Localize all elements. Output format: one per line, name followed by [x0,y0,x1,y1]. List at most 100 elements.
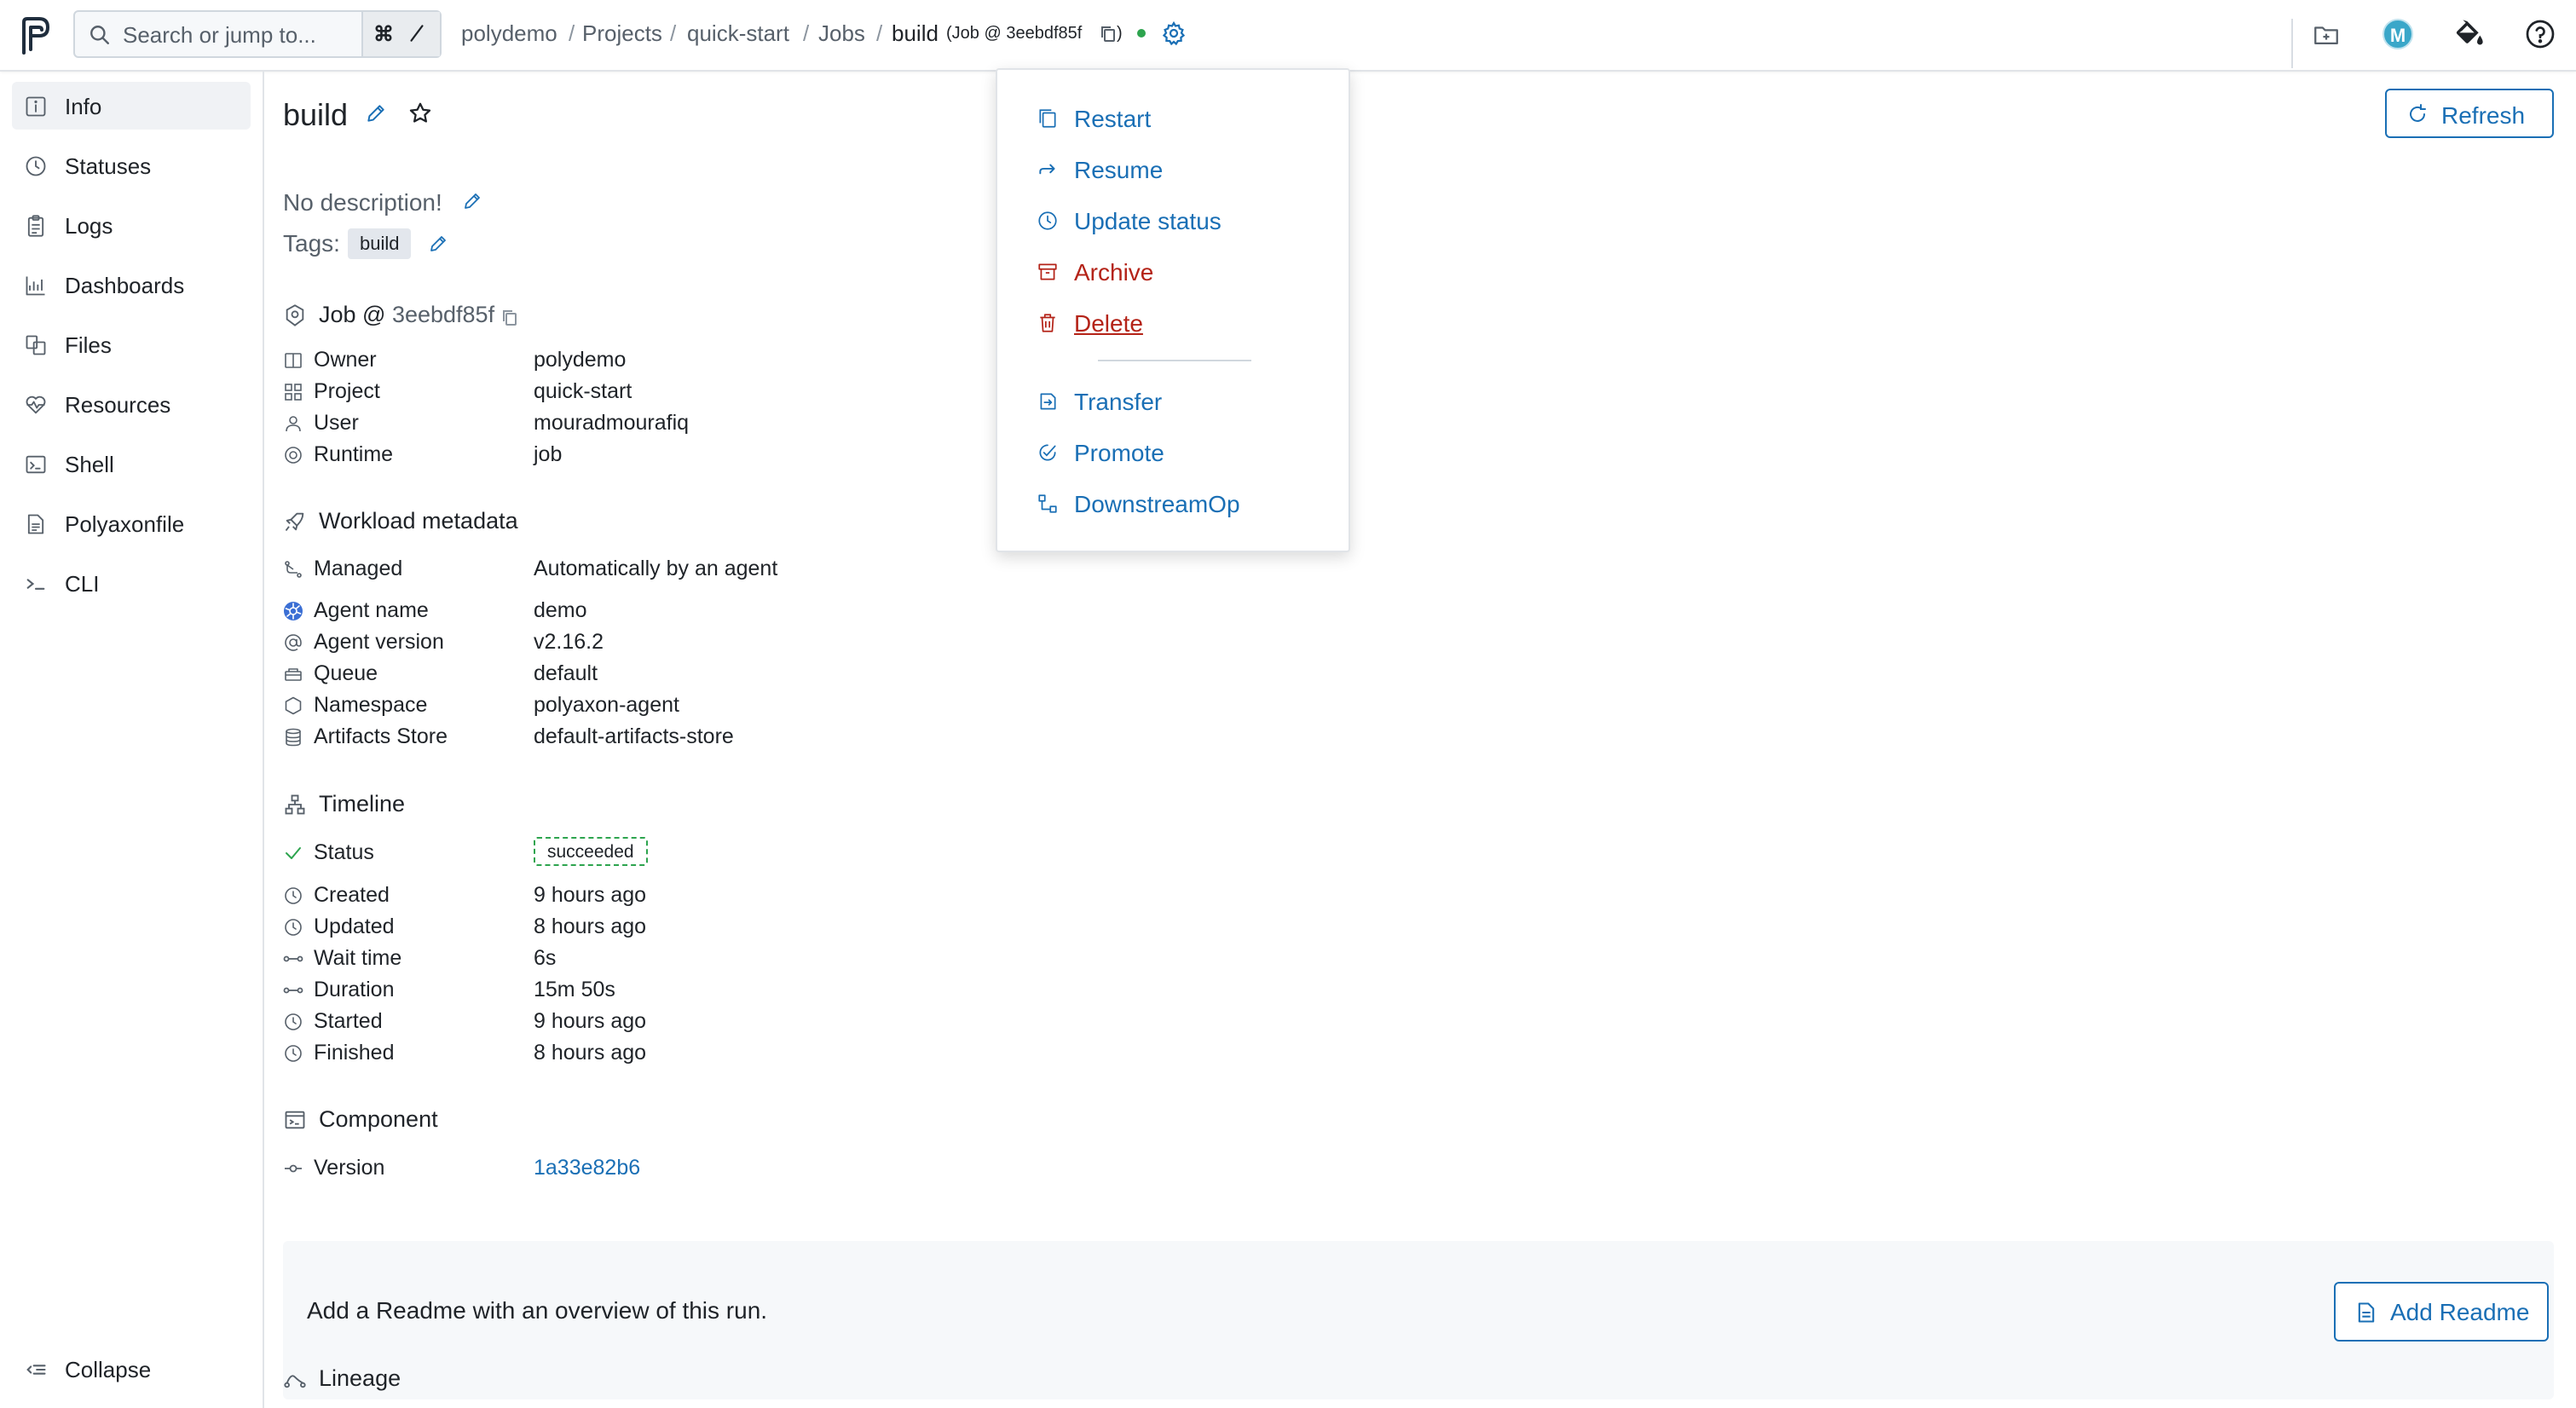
detail-label: Status [314,840,374,864]
sidebar-item-label: Polyaxonfile [65,511,185,537]
menu-item-promote[interactable]: Promote [1037,435,1318,472]
search-placeholder: Search or jump to... [123,22,316,48]
sidebar-item-dashboards[interactable]: Dashboards [12,261,251,309]
sidebar-item-shell[interactable]: Shell [12,440,251,488]
detail-value: 8 hours ago [534,915,647,938]
component-title: Component [319,1106,438,1132]
status-indicator-dot [1137,29,1146,38]
component-version-link[interactable]: 1a33e82b6 [534,1156,640,1180]
sidebar-item-label: Resources [65,392,171,418]
detail-label: Project [314,379,380,403]
detail-row-user: User mouradmourafiq [283,411,1050,436]
menu-item-transfer[interactable]: Transfer [1037,384,1318,421]
slash-key-icon [406,22,428,44]
component-section-header: Component [283,1106,794,1135]
detail-value: polydemo [534,348,627,372]
pencil-icon[interactable] [365,102,387,124]
breadcrumb-jobs[interactable]: Jobs [818,20,865,47]
files-icon [24,333,48,357]
copy-icon[interactable] [1100,25,1117,43]
heartbeat-icon [24,393,48,417]
copy-icon[interactable] [501,307,518,326]
sidebar-item-label: Info [65,94,102,119]
sidebar-item-label: Shell [65,452,114,477]
job-section-header: Job @ 3eebdf85f [283,302,709,331]
detail-label: Duration [314,978,395,1001]
breadcrumb-separator: / [569,20,575,46]
menu-item-archive[interactable]: Archive [1037,254,1318,291]
sidebar-collapse-button[interactable]: Collapse [12,1345,251,1393]
git-branch-icon [283,559,303,580]
resume-arrow-icon [1037,159,1059,181]
polyaxon-logo-icon[interactable] [20,15,51,55]
detail-label: Updated [314,915,395,938]
top-bar: Search or jump to... ⌘ polydemo / Projec… [0,0,2576,72]
tag-chip[interactable]: build [348,228,412,259]
help-icon[interactable] [2525,19,2556,49]
detail-value: job [534,442,563,466]
job-uuid[interactable]: 3eebdf85f [392,302,494,327]
main-content: build Refresh No description! Tags: buil… [264,72,2576,1408]
refresh-button[interactable]: Refresh [2385,89,2554,138]
breadcrumb-polydemo[interactable]: polydemo [461,20,557,47]
menu-item-restart[interactable]: Restart [1037,101,1318,138]
breadcrumb-projects[interactable]: Projects [582,20,662,47]
top-bar-divider [2291,19,2293,68]
menu-item-delete[interactable]: Delete [1037,305,1318,343]
menu-item-label: Delete [1074,310,1143,337]
menu-item-label: Archive [1074,259,1154,286]
folder-add-icon[interactable] [2312,20,2341,49]
archive-icon [1037,261,1059,283]
star-icon[interactable] [407,101,433,126]
timeline-row-updated: Updated 8 hours ago [283,915,1050,940]
detail-label: Version [314,1156,385,1180]
pencil-icon[interactable] [462,191,482,211]
chart-icon [24,274,48,297]
detail-label: Created [314,883,390,907]
detail-label: Owner [314,348,377,372]
duration-icon [283,980,303,1001]
sidebar-item-cli[interactable]: CLI [12,559,251,607]
detail-value: v2.16.2 [534,630,604,654]
sidebar-item-logs[interactable]: Logs [12,201,251,249]
commit-icon [283,1158,303,1179]
sidebar-item-label: Files [65,332,112,358]
search-input[interactable]: Search or jump to... ⌘ [73,10,442,58]
detail-label: Started [314,1009,383,1033]
breadcrumb-quick-start[interactable]: quick-start [687,20,789,47]
menu-item-label: Restart [1074,106,1152,132]
add-readme-button[interactable]: Add Readme [2334,1282,2549,1342]
sidebar-item-statuses[interactable]: Statuses [12,141,251,189]
kubernetes-icon [283,601,303,621]
restart-copy-icon [1037,107,1059,130]
document-icon [2354,1301,2378,1324]
command-key-hint: ⌘ [373,23,394,46]
menu-item-update-status[interactable]: Update status [1037,203,1318,240]
pencil-icon[interactable] [428,234,448,254]
sidebar-item-label: CLI [65,571,100,597]
sidebar-item-polyaxonfile[interactable]: Polyaxonfile [12,499,251,547]
paint-bucket-icon[interactable] [2452,17,2486,51]
menu-item-downstreamop[interactable]: DownstreamOp [1037,486,1318,523]
detail-value: 9 hours ago [534,883,647,907]
detail-label: Namespace [314,693,428,717]
description-text: No description! [283,189,442,216]
status-badge: succeeded [534,837,648,866]
detail-value: 6s [534,946,557,970]
detail-label: Wait time [314,946,402,970]
trash-icon [1037,312,1059,334]
tags-label: Tags: [283,230,340,257]
gear-icon[interactable] [1161,20,1187,46]
sidebar-item-resources[interactable]: Resources [12,380,251,428]
sidebar-item-files[interactable]: Files [12,320,251,368]
user-avatar[interactable]: M [2383,19,2413,49]
check-icon [283,843,303,863]
add-readme-label: Add Readme [2390,1299,2530,1325]
workload-row-namespace: Namespace polyaxon-agent [283,693,1050,718]
sidebar-item-info[interactable]: Info [12,82,251,130]
refresh-icon [2407,104,2428,124]
breadcrumb-current: build [892,20,939,46]
timeline-row-duration: Duration 15m 50s [283,978,1050,1003]
breadcrumb-separator: / [876,20,883,46]
menu-item-resume[interactable]: Resume [1037,152,1318,189]
